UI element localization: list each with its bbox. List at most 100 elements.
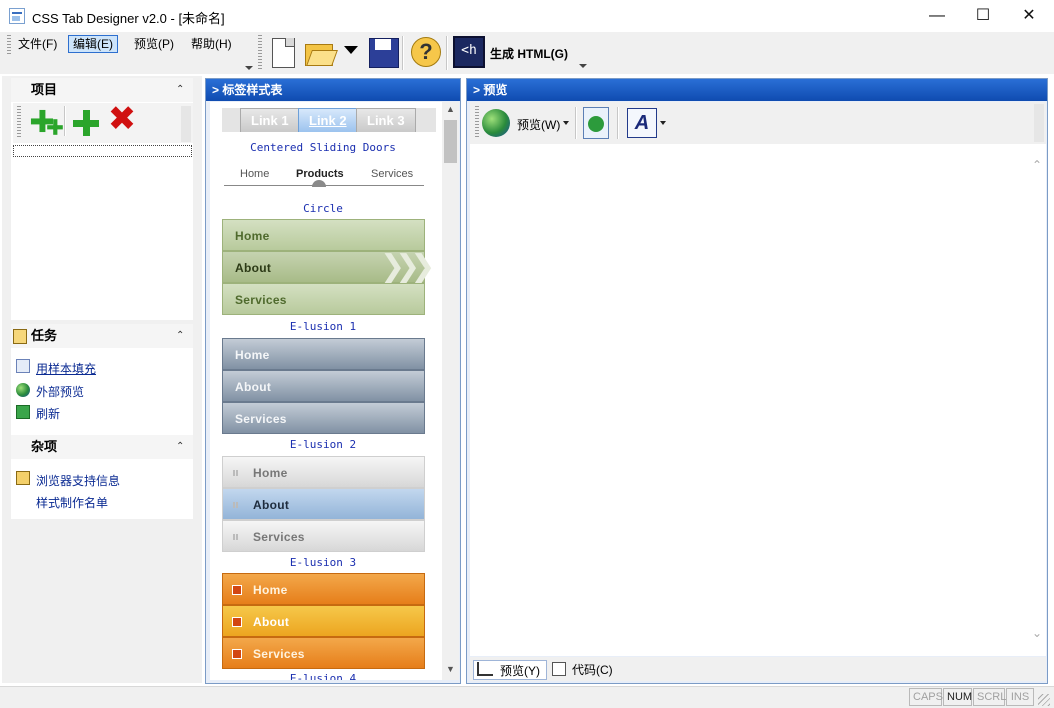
project-header[interactable]: 项目: [11, 78, 193, 102]
menu-chevron-icon[interactable]: [245, 66, 253, 70]
preview-toolbar-overflow-icon[interactable]: [1034, 104, 1044, 142]
refresh-icon: [16, 405, 30, 419]
arrow-box-icon: [232, 617, 242, 627]
add-all-icon-secondary: [47, 119, 63, 135]
chart-icon: [477, 662, 493, 676]
style-credits-link[interactable]: 样式制作名单: [36, 494, 108, 511]
external-preview-icon: [16, 383, 30, 397]
style-list[interactable]: Link 1 Link 2 Link 3 Centered Sliding Do…: [210, 102, 442, 680]
preview-separator: [575, 107, 577, 139]
browser-support-link[interactable]: 浏览器支持信息: [36, 472, 120, 489]
e2-services[interactable]: Services: [222, 402, 425, 434]
globe-icon[interactable]: [482, 109, 510, 137]
new-file-icon[interactable]: [267, 36, 299, 68]
e1-services[interactable]: Services: [222, 283, 425, 315]
refresh-preview-glyph: [588, 116, 604, 132]
preview-scroll-up-icon[interactable]: ⌃: [1032, 158, 1042, 172]
window-title: CSS Tab Designer v2.0 - [未命名]: [32, 11, 225, 26]
help-icon[interactable]: [409, 36, 441, 68]
open-folder-icon[interactable]: [303, 36, 335, 68]
e2-home[interactable]: Home: [222, 338, 425, 370]
minimize-button[interactable]: —: [914, 0, 960, 32]
simple-item-products[interactable]: Products: [296, 168, 344, 180]
generate-html-icon[interactable]: <h: [453, 36, 485, 68]
e3-services[interactable]: Services: [222, 520, 425, 552]
menu-file[interactable]: 文件(F): [14, 35, 61, 53]
simple-item-home[interactable]: Home: [240, 168, 269, 180]
e3-home[interactable]: Home: [222, 456, 425, 488]
scroll-thumb[interactable]: [444, 120, 457, 163]
add-icon[interactable]: [73, 110, 99, 136]
preview-dropdown-icon[interactable]: [563, 121, 569, 125]
browser-info-icon: [16, 471, 30, 485]
toolbar-grip[interactable]: [258, 35, 262, 69]
preview-canvas[interactable]: [470, 144, 1030, 656]
arrow-box-icon: [232, 649, 242, 659]
fill-sample-icon: [16, 359, 30, 373]
project-toolbar-overflow-icon[interactable]: [181, 106, 191, 142]
style-tab-link2[interactable]: Link 2: [298, 108, 358, 132]
e4-services[interactable]: Services: [222, 637, 425, 669]
style-caption: E-lusion 3: [289, 556, 357, 569]
toolbar-separator: [402, 36, 404, 70]
close-button[interactable]: ✕: [1006, 0, 1052, 32]
menu-grip[interactable]: [7, 35, 11, 55]
e4-about[interactable]: About: [222, 605, 425, 637]
e4-home[interactable]: Home: [222, 573, 425, 605]
collapse-tasks-icon[interactable]: ⌃: [176, 331, 186, 341]
tasks-header[interactable]: 任务: [11, 324, 193, 348]
status-scrl: SCRL: [973, 688, 1006, 706]
style-list-scrollbar[interactable]: [442, 102, 459, 680]
e1-home[interactable]: Home: [222, 219, 425, 251]
scroll-down-icon[interactable]: ▼: [444, 664, 457, 678]
project-toolbar-grip[interactable]: [17, 106, 21, 138]
misc-header[interactable]: 杂项: [11, 435, 193, 459]
style-caption: E-lusion 2: [289, 438, 357, 451]
project-tree-focus[interactable]: [13, 145, 192, 157]
collapse-misc-icon[interactable]: ⌃: [176, 442, 186, 452]
style-caption: Centered Sliding Doors: [250, 141, 396, 154]
fill-sample-link[interactable]: 用样本填充: [36, 360, 96, 377]
open-dropdown-icon[interactable]: [344, 46, 358, 54]
collapse-project-icon[interactable]: ⌃: [176, 85, 186, 95]
code-doc-icon: [552, 662, 566, 676]
app-icon: [9, 8, 25, 24]
preview-separator: [617, 107, 619, 139]
menu-help[interactable]: 帮助(H): [187, 35, 236, 53]
external-preview-link[interactable]: 外部预览: [36, 383, 84, 400]
styles-panel-header: > 标签样式表: [206, 79, 460, 101]
chevrons-icon: ❯❯❯: [380, 250, 435, 283]
refresh-link[interactable]: 刷新: [36, 405, 60, 422]
status-num: NUM: [943, 688, 972, 706]
clipboard-icon: [13, 329, 27, 344]
font-dropdown-icon[interactable]: [660, 121, 666, 125]
grip-icon: [233, 470, 239, 476]
generate-html-button[interactable]: 生成 HTML(G): [490, 45, 568, 62]
preview-browser-button[interactable]: 预览(W): [517, 116, 560, 133]
project-title: 项目: [31, 82, 58, 97]
e2-about[interactable]: About: [222, 370, 425, 402]
toolbar-chevron-icon[interactable]: [579, 64, 587, 68]
style-tab-link3[interactable]: Link 3: [356, 108, 416, 132]
save-icon[interactable]: [367, 36, 399, 68]
arrow-box-icon: [232, 585, 242, 595]
status-ins: INS: [1006, 688, 1034, 706]
simple-item-services[interactable]: Services: [371, 168, 413, 180]
preview-toolbar-grip[interactable]: [475, 106, 479, 138]
style-tab-link1[interactable]: Link 1: [240, 108, 300, 132]
scroll-up-icon[interactable]: ▲: [444, 104, 457, 118]
e3-about[interactable]: About: [222, 488, 425, 520]
status-bar: [0, 686, 1054, 708]
menu-preview[interactable]: 预览(P): [130, 35, 178, 53]
maximize-button[interactable]: ☐: [960, 0, 1006, 32]
font-settings-icon[interactable]: A: [627, 108, 657, 138]
delete-icon[interactable]: ✖: [107, 102, 137, 136]
menu-edit[interactable]: 编辑(E): [68, 35, 118, 53]
misc-title: 杂项: [31, 439, 58, 454]
circle-marker: [312, 180, 326, 187]
preview-scroll-down-icon[interactable]: ⌄: [1032, 626, 1042, 640]
resize-grip-icon[interactable]: [1038, 694, 1050, 706]
project-separator: [64, 106, 66, 136]
toolbar-separator: [446, 36, 448, 70]
preview-scrollbar[interactable]: [1030, 144, 1046, 656]
